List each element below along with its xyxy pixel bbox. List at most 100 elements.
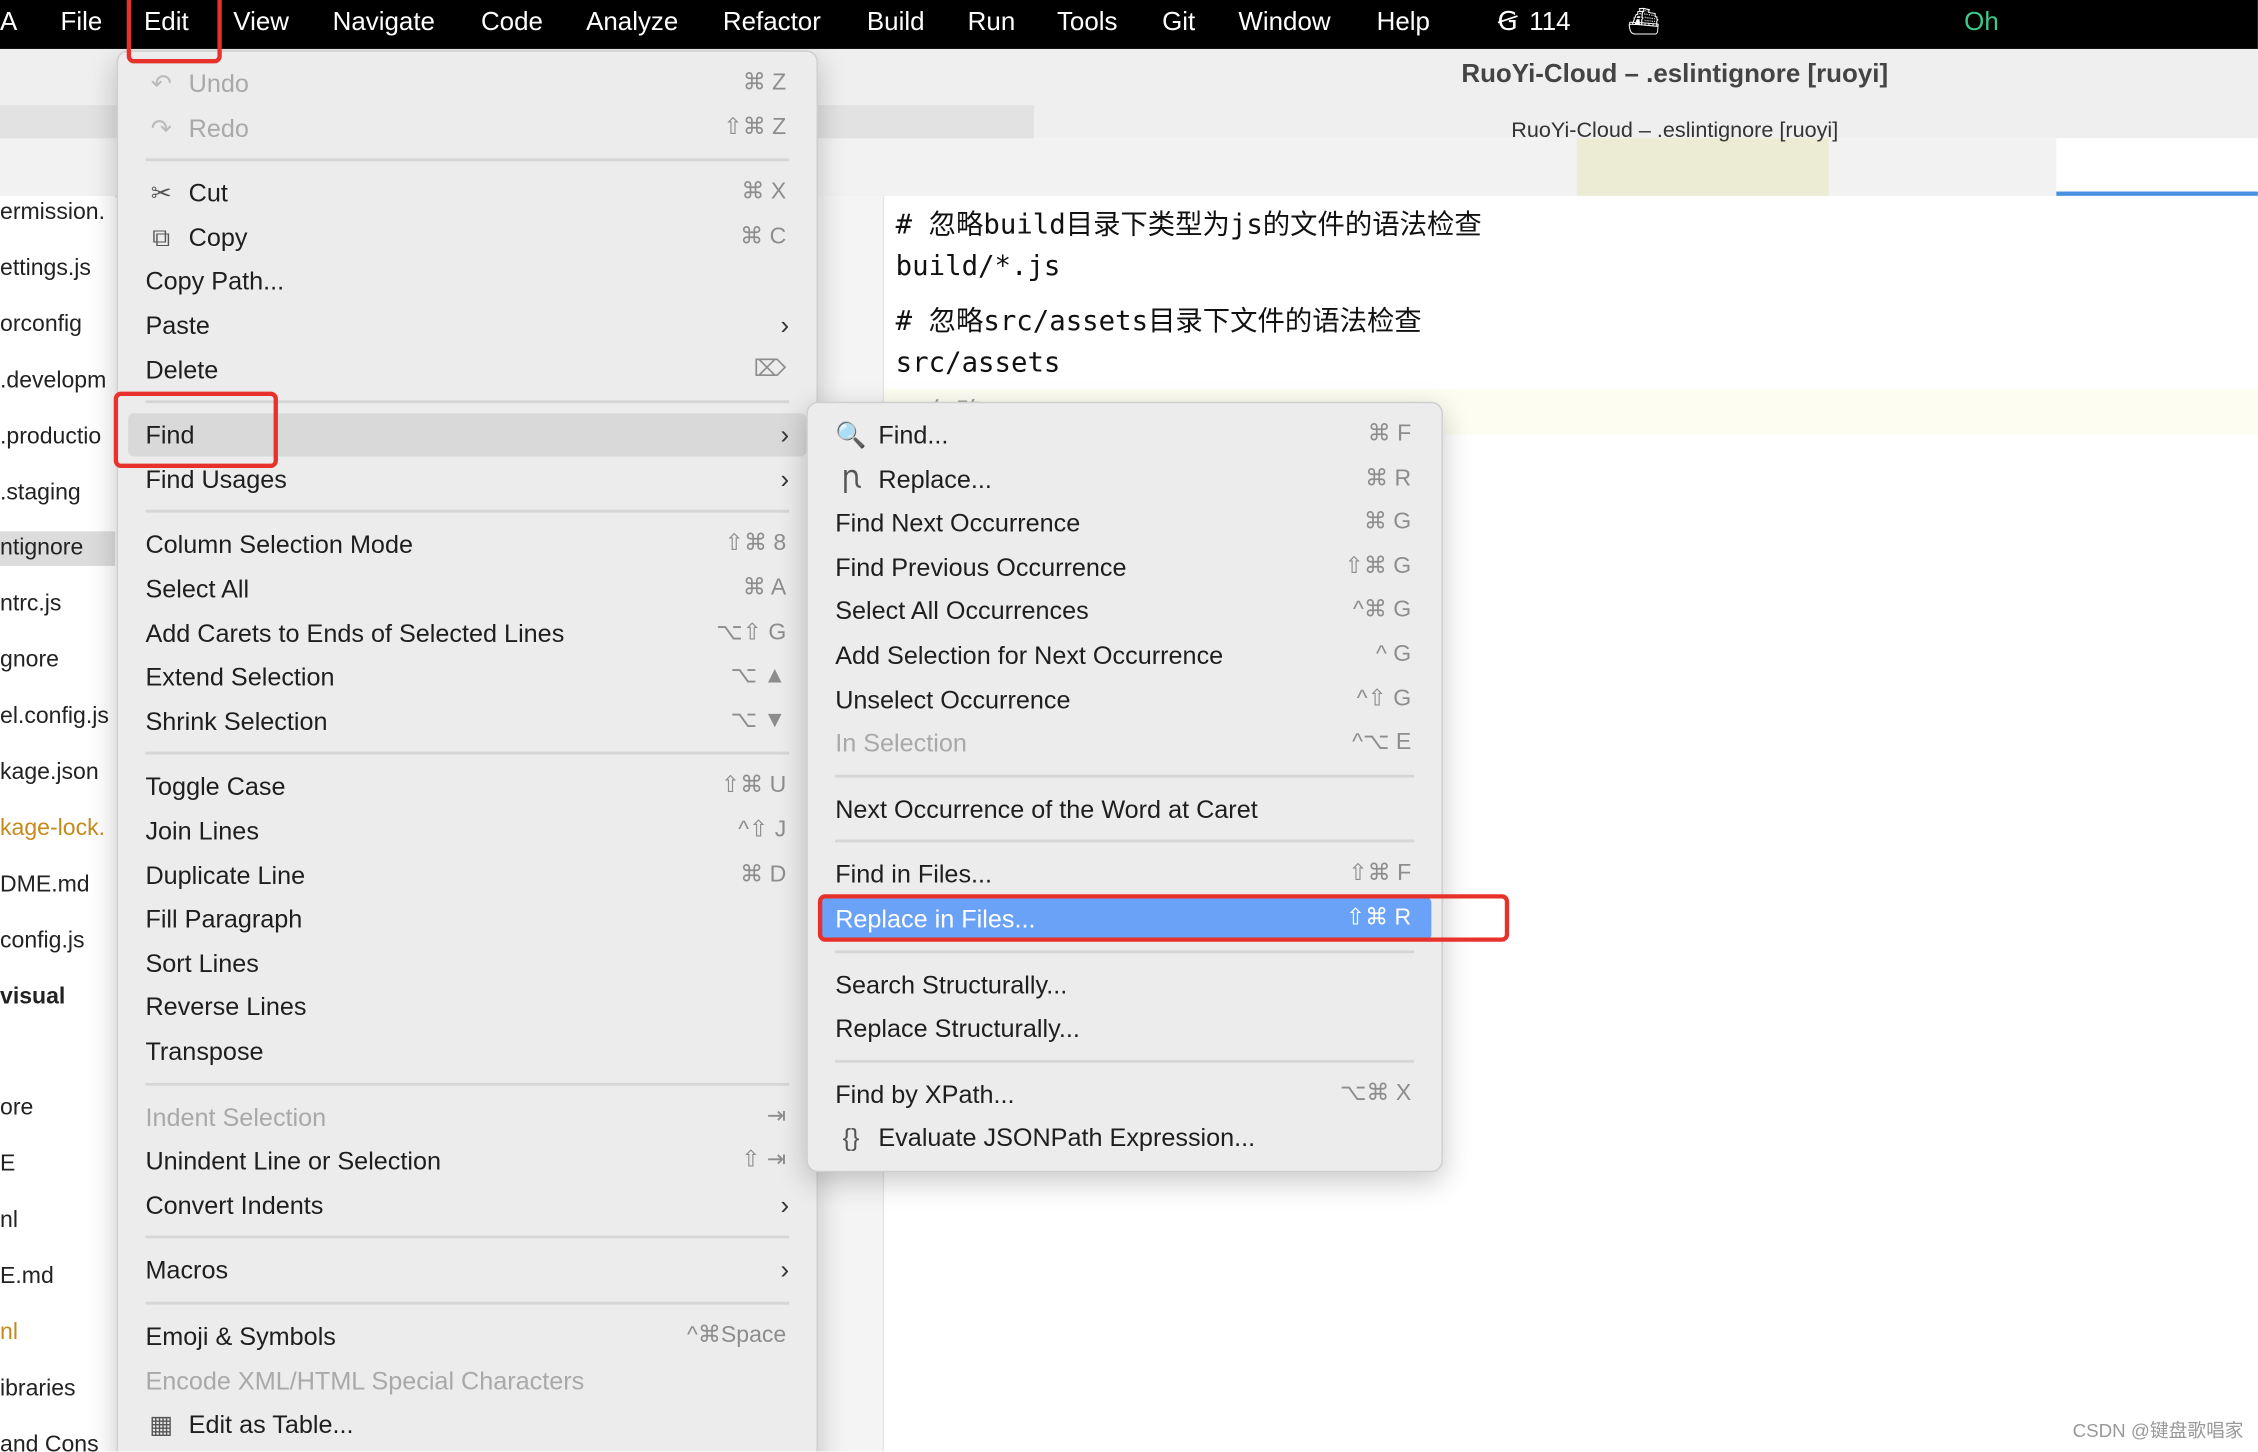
- tree-item[interactable]: kage-lock.: [0, 812, 105, 847]
- menu-item-label: Add Carets to Ends of Selected Lines: [145, 618, 565, 648]
- docker-icon[interactable]: ⛴: [1627, 7, 1660, 37]
- menu-item-duplicate-line[interactable]: Duplicate Line ⌘ D: [128, 853, 806, 896]
- tree-item[interactable]: .productio: [0, 420, 101, 455]
- menu-item-paste[interactable]: Paste ›: [128, 304, 806, 347]
- menu-item-delete[interactable]: Delete ⌦: [128, 348, 806, 391]
- menubar-tools[interactable]: Tools: [1057, 7, 1118, 37]
- shortcut-label: ⌘ X: [741, 180, 787, 205]
- menu-item-label: Toggle Case: [145, 772, 286, 802]
- menu-item-convert-indents[interactable]: Convert Indents ›: [128, 1183, 806, 1226]
- menu-item-find-next-occurrence[interactable]: Find Next Occurrence ⌘ G: [818, 501, 1431, 544]
- menu-item-find-in-files[interactable]: Find in Files... ⇧⌘ F: [818, 853, 1431, 896]
- menu-item-reverse-lines[interactable]: Reverse Lines: [128, 986, 806, 1029]
- annotation-edit: [126, 0, 222, 64]
- menu-item-fill-paragraph[interactable]: Fill Paragraph: [128, 897, 806, 940]
- menu-item-find-previous-occurrence[interactable]: Find Previous Occurrence ⇧⌘ G: [818, 545, 1431, 588]
- tree-item[interactable]: config.js: [0, 924, 85, 959]
- menubar-file[interactable]: File: [60, 7, 102, 37]
- menu-item-label: Unselect Occurrence: [835, 684, 1071, 714]
- menubar-view[interactable]: View: [233, 7, 289, 37]
- menu-item-cut[interactable]: ✂ Cut ⌘ X: [128, 172, 806, 215]
- menu-item-replace-structurally[interactable]: Replace Structurally...: [818, 1007, 1431, 1050]
- menu-item-unselect-occurrence[interactable]: Unselect Occurrence ^⇧ G: [818, 678, 1431, 721]
- menu-item-transpose[interactable]: Transpose: [128, 1030, 806, 1073]
- menubar-window[interactable]: Window: [1238, 7, 1330, 37]
- menubar-refactor[interactable]: Refactor: [723, 7, 821, 37]
- menu-item-edit-as-table[interactable]: ▦ Edit as Table...: [128, 1403, 806, 1446]
- annotation-replace-in-files: [817, 894, 1510, 942]
- shortcut-label: ^⇧ J: [738, 817, 787, 843]
- menu-item-join-lines[interactable]: Join Lines ^⇧ J: [128, 809, 806, 852]
- menu-item-copy[interactable]: ⧉ Copy ⌘ C: [128, 216, 806, 259]
- tree-item[interactable]: ermission.: [0, 196, 105, 231]
- tree-item[interactable]: ettings.js: [0, 252, 91, 287]
- menu-item-add-selection-for-next-occurrence[interactable]: Add Selection for Next Occurrence ^ G: [818, 634, 1431, 677]
- tree-item[interactable]: .staging: [0, 476, 81, 511]
- code-line: # 忽略build目录下类型为js的文件的语法检查: [895, 208, 1482, 241]
- menu-item-label: Delete: [145, 355, 219, 384]
- menu-item-evaluate-jsonpath-expression[interactable]: {} Evaluate JSONPath Expression...: [818, 1117, 1431, 1160]
- shortcut-label: ^ G: [1376, 642, 1412, 667]
- menubar-build[interactable]: Build: [867, 7, 925, 37]
- menu-item-next-occurrence-of-the-word-at-caret[interactable]: Next Occurrence of the Word at Caret: [818, 787, 1431, 830]
- menu-item-shrink-selection[interactable]: Shrink Selection ⌥ ▼: [128, 700, 806, 743]
- tree-item[interactable]: nl: [0, 1204, 18, 1239]
- tree-item[interactable]: E: [0, 1148, 15, 1183]
- menubar-analyze[interactable]: Analyze: [586, 7, 678, 37]
- menu-item-label: Column Selection Mode: [145, 530, 413, 560]
- tree-item[interactable]: nl: [0, 1316, 18, 1351]
- menu-item-encode-xml-html-special-characters: Encode XML/HTML Special Characters: [128, 1359, 806, 1402]
- menu-item-label: Copy Path...: [145, 266, 285, 296]
- code-line: build/*.js: [895, 250, 1061, 283]
- menu-item-copy-path[interactable]: Copy Path...: [128, 260, 806, 303]
- menu-item-column-selection-mode[interactable]: Column Selection Mode ⇧⌘ 8: [128, 523, 806, 566]
- project-tree: ermission. ettings.js orconfig .developm .pr…: [0, 195, 116, 1452]
- shortcut-label: ^⌘Space: [687, 1323, 787, 1348]
- menu-item-find-by-xpath[interactable]: Find by XPath... ⌥⌘ X: [818, 1073, 1431, 1116]
- menu-item-macros[interactable]: Macros ›: [128, 1249, 806, 1292]
- menubar-code[interactable]: Code: [481, 7, 543, 37]
- tree-item[interactable]: el.config.js: [0, 700, 109, 735]
- menubar-navigate[interactable]: Navigate: [333, 7, 435, 37]
- tree-item[interactable]: .developm: [0, 364, 106, 399]
- menu-separator: [835, 774, 1415, 778]
- notification-count[interactable]: 114: [1529, 7, 1570, 37]
- tab[interactable]: [1576, 138, 1829, 196]
- menu-item-add-carets-to-ends-of-selected-lines[interactable]: Add Carets to Ends of Selected Lines ⌥⇧ G: [128, 611, 806, 654]
- tree-item[interactable]: E.md: [0, 1260, 54, 1295]
- menubar-git[interactable]: Git: [1162, 7, 1195, 37]
- menu-item-label: Select All: [145, 574, 250, 604]
- tree-item[interactable]: ore: [0, 1092, 33, 1127]
- menu-item-unindent-line-or-selection[interactable]: Unindent Line or Selection ⇧ ⇥: [128, 1139, 806, 1182]
- menu-item-extend-selection[interactable]: Extend Selection ⌥ ▲: [128, 655, 806, 698]
- app-menu[interactable]: A: [0, 7, 17, 37]
- menu-item-emoji-symbols[interactable]: Emoji & Symbols ^⌘Space: [128, 1315, 806, 1358]
- status-text: Oh: [1964, 7, 1999, 36]
- tree-item[interactable]: orconfig: [0, 308, 82, 343]
- menu-item-sort-lines[interactable]: Sort Lines: [128, 941, 806, 984]
- menu-item-select-all[interactable]: Select All ⌘ A: [128, 567, 806, 610]
- menubar-help[interactable]: Help: [1377, 7, 1430, 37]
- tree-item[interactable]: kage.json: [0, 756, 99, 791]
- toolbox-icon[interactable]: Ꞡ: [1498, 7, 1518, 37]
- menu-item-find[interactable]: 🔍 Find... ⌘ F: [818, 413, 1431, 456]
- tree-item[interactable]: ibraries: [0, 1372, 76, 1407]
- macos-menubar: A File Edit View Navigate Code Analyze Refacto…: [0, 0, 2258, 49]
- tab-active[interactable]: [2056, 138, 2258, 198]
- tree-item[interactable]: visual: [0, 980, 65, 1015]
- shortcut-label: ⇥: [766, 1103, 787, 1129]
- menu-item-toggle-case[interactable]: Toggle Case ⇧⌘ U: [128, 765, 806, 808]
- menu-item-search-structurally[interactable]: Search Structurally...: [818, 963, 1431, 1006]
- tree-item[interactable]: and Cons: [0, 1428, 99, 1452]
- menubar-run[interactable]: Run: [968, 7, 1016, 37]
- tree-item[interactable]: ntrc.js: [0, 588, 61, 623]
- menu-item-in-selection: In Selection ^⌥ E: [818, 722, 1431, 765]
- menu-item-replace[interactable]: Ꞃ Replace... ⌘ R: [818, 457, 1431, 500]
- tree-item[interactable]: ntignore: [0, 531, 116, 567]
- menu-separator: [145, 510, 790, 514]
- tree-item[interactable]: gnore: [0, 644, 59, 679]
- menu-item-label: Fill Paragraph: [145, 904, 303, 934]
- tree-item[interactable]: DME.md: [0, 868, 90, 903]
- shortcut-label: ⇧⌘ U: [720, 773, 787, 799]
- menu-item-select-all-occurrences[interactable]: Select All Occurrences ^⌘ G: [818, 590, 1431, 633]
